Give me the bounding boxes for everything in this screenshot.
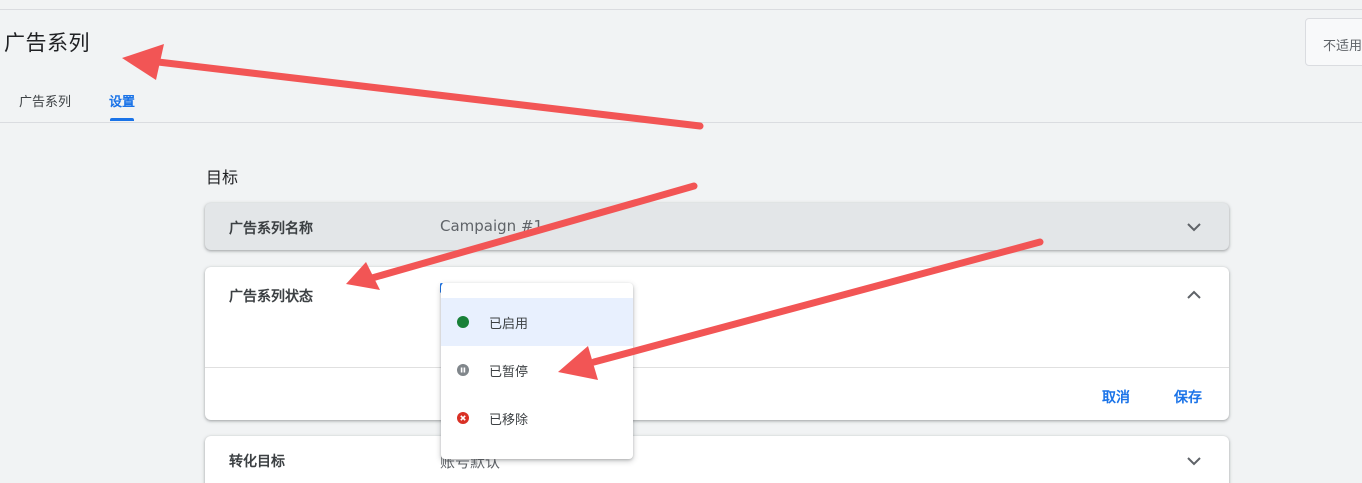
status-dropdown-menu: 已启用 已暂停 已移除 (441, 283, 633, 459)
page-title: 广告系列 (4, 31, 90, 55)
filter-dropdown[interactable]: 不适用 (1305, 18, 1362, 66)
tabs-divider (0, 122, 1362, 123)
campaign-status-card: 广告系列状态 取消 保存 (205, 267, 1229, 420)
campaign-status-label: 广告系列状态 (229, 289, 313, 305)
conversion-goal-card[interactable]: 转化目标 账号默认 (205, 436, 1229, 483)
status-option-paused[interactable]: 已暂停 (441, 346, 633, 394)
campaign-name-label: 广告系列名称 (229, 221, 313, 237)
enabled-dot-icon (457, 316, 469, 328)
active-tab-indicator (110, 118, 134, 121)
campaign-settings-screen: 广告系列 不适用 广告系列 设置 目标 广告系列名称 Campaign #1 广… (0, 0, 1362, 483)
paused-icon (457, 364, 469, 376)
tab-bar: 广告系列 设置 (0, 86, 1362, 123)
status-option-enabled[interactable]: 已启用 (441, 298, 633, 346)
cancel-button[interactable]: 取消 (1102, 387, 1130, 407)
removed-icon (457, 412, 469, 424)
save-button[interactable]: 保存 (1174, 387, 1202, 407)
status-option-label: 已移除 (489, 413, 529, 428)
campaign-name-value: Campaign #1 (440, 217, 544, 235)
status-option-label: 已暂停 (489, 365, 529, 380)
chevron-down-icon[interactable] (1187, 220, 1201, 234)
filter-dropdown-label: 不适用 (1323, 39, 1362, 54)
conversion-goal-label: 转化目标 (229, 454, 285, 470)
chevron-up-icon[interactable] (1187, 288, 1201, 302)
section-heading-goal: 目标 (206, 168, 239, 187)
tab-campaigns[interactable]: 广告系列 (19, 91, 71, 110)
top-divider (0, 9, 1362, 10)
tab-settings[interactable]: 设置 (109, 91, 135, 110)
status-option-removed[interactable]: 已移除 (441, 394, 633, 442)
status-option-label: 已启用 (489, 317, 529, 332)
chevron-down-icon[interactable] (1187, 454, 1201, 468)
card-divider (205, 367, 1229, 368)
campaign-name-card[interactable]: 广告系列名称 Campaign #1 (205, 203, 1229, 250)
